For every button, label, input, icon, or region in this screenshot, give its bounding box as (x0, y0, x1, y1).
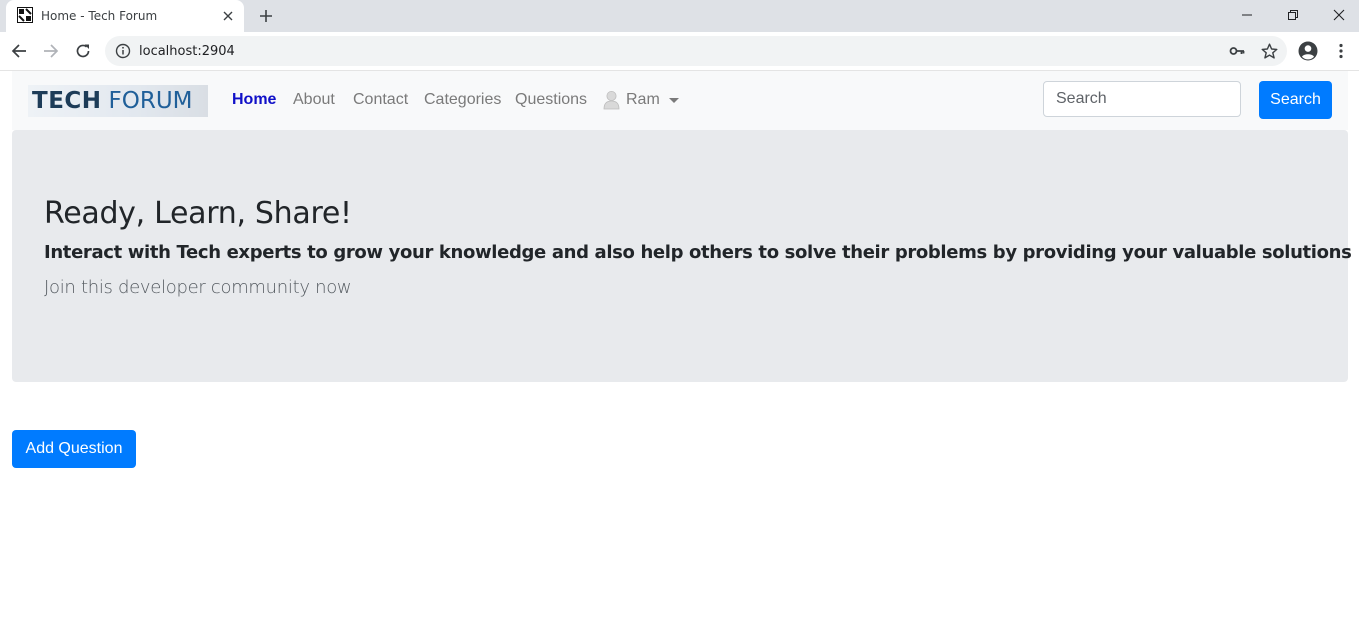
logo-text-forum: FORUM (108, 88, 193, 114)
site-logo[interactable]: TECH FORUM (28, 85, 208, 117)
site-navbar: TECH FORUM Home About Contact Categories… (12, 71, 1348, 130)
tab-title: Home - Tech Forum (41, 9, 158, 23)
nav-link-home[interactable]: Home (232, 91, 276, 109)
hero-jumbotron: Ready, Learn, Share! Interact with Tech … (12, 130, 1352, 382)
address-bar[interactable]: localhost:2904 (105, 36, 1287, 66)
search-button[interactable]: Search (1259, 81, 1332, 119)
nav-link-questions[interactable]: Questions (515, 91, 587, 109)
profile-icon[interactable] (1298, 41, 1318, 61)
close-icon[interactable] (220, 8, 236, 24)
forward-icon[interactable] (41, 41, 61, 61)
caret-down-icon (668, 98, 679, 103)
minimize-icon[interactable] (1224, 0, 1270, 30)
favicon-icon (17, 7, 33, 23)
browser-tab[interactable]: Home - Tech Forum (6, 0, 244, 32)
logo-text-tech: TECH (32, 88, 102, 114)
nav-link-about[interactable]: About (293, 91, 335, 109)
hero-subtitle: Interact with Tech experts to grow your … (44, 242, 1352, 263)
star-icon[interactable] (1260, 42, 1278, 60)
user-avatar-icon (603, 91, 620, 110)
search-input[interactable] (1043, 81, 1241, 117)
user-name: Ram (626, 91, 660, 108)
info-icon[interactable] (115, 43, 131, 59)
reload-icon[interactable] (73, 41, 93, 61)
plus-icon[interactable] (256, 6, 276, 26)
browser-tabstrip: Home - Tech Forum (0, 0, 1359, 32)
back-icon[interactable] (9, 41, 29, 61)
key-icon[interactable] (1228, 42, 1246, 60)
hero-lead: Join this developer community now (44, 277, 352, 298)
restore-icon[interactable] (1270, 0, 1316, 30)
window-close-icon[interactable] (1316, 0, 1359, 30)
url-text: localhost:2904 (139, 44, 235, 59)
add-question-button[interactable]: Add Question (12, 430, 136, 468)
browser-toolbar: localhost:2904 (0, 32, 1359, 71)
hero-title: Ready, Learn, Share! (44, 196, 352, 231)
user-dropdown[interactable]: Ram (603, 90, 679, 110)
nav-link-categories[interactable]: Categories (424, 91, 501, 109)
nav-link-contact[interactable]: Contact (353, 91, 408, 109)
menu-dots-icon[interactable] (1331, 41, 1351, 61)
